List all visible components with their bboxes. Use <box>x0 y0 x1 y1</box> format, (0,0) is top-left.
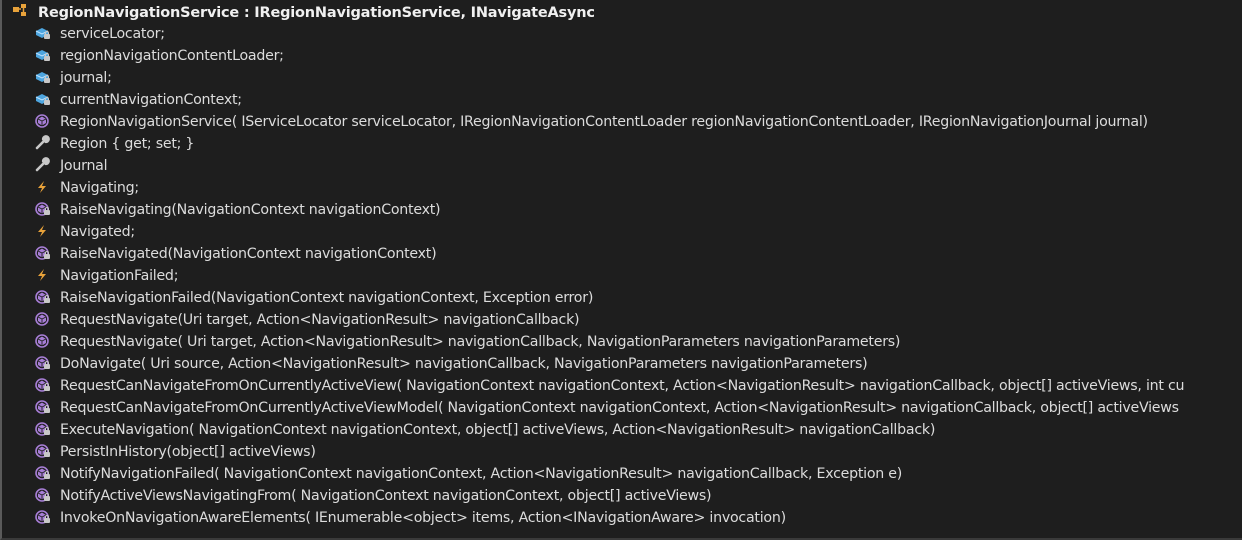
member-item[interactable]: NavigationFailed; <box>34 265 1242 287</box>
member-label: NavigationFailed; <box>60 268 179 284</box>
member-item[interactable]: DoNavigate( Uri source, Action<Navigatio… <box>34 353 1242 375</box>
method-icon <box>34 377 54 395</box>
member-item[interactable]: RaiseNavigated(NavigationContext navigat… <box>34 243 1242 265</box>
member-label: InvokeOnNavigationAwareElements( IEnumer… <box>60 510 786 526</box>
member-label: RequestCanNavigateFromOnCurrentlyActiveV… <box>60 378 1185 394</box>
lock-icon <box>44 53 50 61</box>
member-label: regionNavigationContentLoader; <box>60 48 284 64</box>
member-item[interactable]: Navigated; <box>34 221 1242 243</box>
wrench-icon <box>34 135 54 153</box>
member-label: Region { get; set; } <box>60 136 195 152</box>
lock-icon <box>44 207 50 215</box>
class-header[interactable]: RegionNavigationService : IRegionNavigat… <box>12 2 595 24</box>
member-item[interactable]: RequestCanNavigateFromOnCurrentlyActiveV… <box>34 375 1242 397</box>
lightning-icon <box>34 267 54 285</box>
member-label: RequestCanNavigateFromOnCurrentlyActiveV… <box>60 400 1179 416</box>
member-label: NotifyNavigationFailed( NavigationContex… <box>60 466 903 482</box>
member-item[interactable]: RequestCanNavigateFromOnCurrentlyActiveV… <box>34 397 1242 419</box>
lock-icon <box>44 383 50 391</box>
field-icon <box>34 47 54 65</box>
field-icon <box>34 25 54 43</box>
member-item[interactable]: RequestNavigate( Uri target, Action<Navi… <box>34 331 1242 353</box>
member-label: NotifyActiveViewsNavigatingFrom( Navigat… <box>60 488 712 504</box>
member-item[interactable]: currentNavigationContext; <box>34 89 1242 111</box>
field-icon <box>34 69 54 87</box>
member-label: RequestNavigate( Uri target, Action<Navi… <box>60 334 901 350</box>
lightning-icon <box>34 179 54 197</box>
field-icon <box>34 91 54 109</box>
member-item[interactable]: Region { get; set; } <box>34 133 1242 155</box>
member-label: serviceLocator; <box>60 26 165 42</box>
method-icon <box>34 509 54 527</box>
member-label: DoNavigate( Uri source, Action<Navigatio… <box>60 356 868 372</box>
lock-icon <box>44 427 50 435</box>
lightning-icon <box>34 223 54 241</box>
method-icon <box>34 443 54 461</box>
member-item[interactable]: Navigating; <box>34 177 1242 199</box>
member-item[interactable]: ExecuteNavigation( NavigationContext nav… <box>34 419 1242 441</box>
class-view-panel: RegionNavigationService : IRegionNavigat… <box>0 0 1242 540</box>
member-label: RegionNavigationService( IServiceLocator… <box>60 114 1148 130</box>
member-label: RaiseNavigated(NavigationContext navigat… <box>60 246 437 262</box>
lock-icon <box>44 361 50 369</box>
method-icon <box>34 465 54 483</box>
member-label: Navigated; <box>60 224 135 240</box>
lock-icon <box>44 97 50 105</box>
member-item[interactable]: RaiseNavigating(NavigationContext naviga… <box>34 199 1242 221</box>
lock-icon <box>44 75 50 83</box>
member-item[interactable]: NotifyNavigationFailed( NavigationContex… <box>34 463 1242 485</box>
method-icon <box>34 333 54 351</box>
lock-icon <box>44 31 50 39</box>
lock-icon <box>44 295 50 303</box>
member-item[interactable]: RegionNavigationService( IServiceLocator… <box>34 111 1242 133</box>
member-label: currentNavigationContext; <box>60 92 242 108</box>
wrench-icon <box>34 157 54 175</box>
method-icon <box>34 399 54 417</box>
member-item[interactable]: RaiseNavigationFailed(NavigationContext … <box>34 287 1242 309</box>
method-icon <box>34 311 54 329</box>
member-label: ExecuteNavigation( NavigationContext nav… <box>60 422 936 438</box>
method-icon <box>34 201 54 219</box>
class-icon <box>12 3 32 23</box>
lock-icon <box>44 405 50 413</box>
class-title: RegionNavigationService : IRegionNavigat… <box>38 5 595 21</box>
member-item[interactable]: PersistInHistory(object[] activeViews) <box>34 441 1242 463</box>
member-label: RaiseNavigationFailed(NavigationContext … <box>60 290 594 306</box>
member-label: RaiseNavigating(NavigationContext naviga… <box>60 202 441 218</box>
member-item[interactable]: RequestNavigate(Uri target, Action<Navig… <box>34 309 1242 331</box>
method-icon <box>34 113 54 131</box>
member-label: RequestNavigate(Uri target, Action<Navig… <box>60 312 580 328</box>
member-item[interactable]: NotifyActiveViewsNavigatingFrom( Navigat… <box>34 485 1242 507</box>
member-item[interactable]: regionNavigationContentLoader; <box>34 45 1242 67</box>
lock-icon <box>44 251 50 259</box>
method-icon <box>34 421 54 439</box>
member-list: serviceLocator; regionNavigationContentLo… <box>34 23 1242 529</box>
lock-icon <box>44 515 50 523</box>
member-item[interactable]: Journal <box>34 155 1242 177</box>
member-label: journal; <box>60 70 112 86</box>
lock-icon <box>44 471 50 479</box>
lock-icon <box>44 449 50 457</box>
member-item[interactable]: InvokeOnNavigationAwareElements( IEnumer… <box>34 507 1242 529</box>
method-icon <box>34 487 54 505</box>
member-item[interactable]: journal; <box>34 67 1242 89</box>
lock-icon <box>44 493 50 501</box>
method-icon <box>34 355 54 373</box>
member-label: Journal <box>60 158 108 174</box>
method-icon <box>34 289 54 307</box>
member-label: Navigating; <box>60 180 139 196</box>
member-item[interactable]: serviceLocator; <box>34 23 1242 45</box>
member-label: PersistInHistory(object[] activeViews) <box>60 444 316 460</box>
method-icon <box>34 245 54 263</box>
